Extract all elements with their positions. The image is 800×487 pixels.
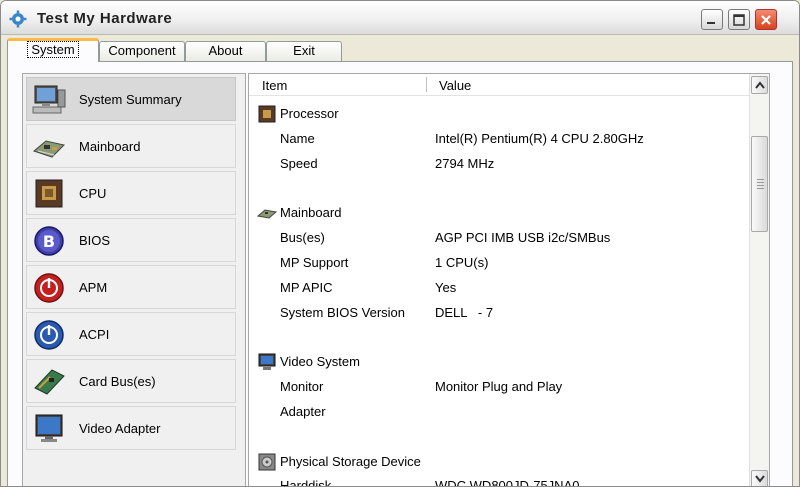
app-window: Test My Hardware System Component About … xyxy=(0,0,800,487)
detail-item: System BIOS Version xyxy=(280,305,405,320)
sidebar-item-cpu[interactable]: CPU xyxy=(26,171,236,215)
tab-exit[interactable]: Exit xyxy=(266,41,342,61)
column-divider[interactable] xyxy=(426,77,427,92)
detail-item: Speed xyxy=(280,156,318,171)
tab-system-label: System xyxy=(27,41,79,58)
group-video-system[interactable]: Video System xyxy=(249,350,749,374)
sidebar-item-acpi[interactable]: ACPI xyxy=(26,312,236,356)
app-gear-icon xyxy=(9,10,27,28)
scrollbar-thumb[interactable] xyxy=(751,136,768,232)
detail-value: 1 CPU(s) xyxy=(435,255,489,270)
detail-item: Name xyxy=(280,131,315,146)
expansion-card-icon xyxy=(34,369,65,395)
detail-row[interactable]: Monitor Monitor Plug and Play xyxy=(249,375,749,399)
close-button[interactable] xyxy=(755,9,777,30)
detail-value: Intel(R) Pentium(R) 4 CPU 2.80GHz xyxy=(435,131,644,146)
monitor-icon xyxy=(35,414,63,442)
sidebar-item-mainboard[interactable]: Mainboard xyxy=(26,124,236,168)
tab-exit-label: Exit xyxy=(293,43,315,58)
sidebar-item-label: BIOS xyxy=(79,233,111,248)
bios-icon: B xyxy=(34,226,64,256)
minimize-icon xyxy=(707,22,715,24)
minimize-button[interactable] xyxy=(701,9,723,30)
cpu-icon xyxy=(35,179,63,208)
detail-row[interactable]: Harddisk WDC WD800JD-75JNA0 xyxy=(249,474,749,487)
tab-system[interactable]: System xyxy=(7,38,99,62)
window-title: Test My Hardware xyxy=(37,10,173,27)
detail-row[interactable]: Name Intel(R) Pentium(R) 4 CPU 2.80GHz xyxy=(249,127,749,151)
detail-value: 2794 MHz xyxy=(435,156,495,171)
detail-item: Monitor xyxy=(280,379,324,394)
detail-row[interactable]: Adapter xyxy=(249,400,749,424)
close-icon xyxy=(761,15,771,25)
detail-value: Monitor Plug and Play xyxy=(435,379,563,394)
sidebar-item-video-adapter[interactable]: Video Adapter xyxy=(26,406,236,450)
tab-component[interactable]: Component xyxy=(99,41,185,61)
monitor-icon xyxy=(258,353,276,370)
details-list[interactable]: Item Value Processor Name Intel(R) Penti… xyxy=(248,73,770,487)
detail-row[interactable]: Bus(es) AGP PCI IMB USB i2c/SMBus xyxy=(249,226,749,250)
chevron-down-icon xyxy=(755,475,765,483)
sidebar-item-label: CPU xyxy=(79,186,107,201)
sidebar-item-card-buses[interactable]: Card Bus(es) xyxy=(26,359,236,403)
group-title: Physical Storage Device xyxy=(280,454,421,469)
acpi-power-icon xyxy=(34,320,64,350)
column-header: Item Value xyxy=(249,74,749,96)
vertical-scrollbar[interactable] xyxy=(749,74,769,486)
group-title: Mainboard xyxy=(280,205,342,220)
detail-row[interactable]: Speed 2794 MHz xyxy=(249,152,749,176)
harddisk-icon xyxy=(258,453,276,471)
computer-icon xyxy=(32,85,66,114)
group-mainboard[interactable]: Mainboard xyxy=(249,201,749,225)
scroll-down-button[interactable] xyxy=(751,470,768,486)
group-title: Processor xyxy=(280,106,339,121)
mainboard-icon xyxy=(32,140,65,158)
sidebar-item-label: ACPI xyxy=(79,327,110,342)
detail-value: DELL - 7 xyxy=(435,305,494,320)
tab-component-label: Component xyxy=(108,43,176,58)
column-header-item[interactable]: Item xyxy=(262,78,287,93)
detail-row[interactable]: MP Support 1 CPU(s) xyxy=(249,251,749,275)
group-title: Video System xyxy=(280,354,360,369)
detail-value: WDC WD800JD-75JNA0 xyxy=(435,478,580,487)
title-bar[interactable]: Test My Hardware xyxy=(1,1,799,35)
column-header-value[interactable]: Value xyxy=(439,78,471,93)
sidebar-item-bios[interactable]: B BIOS xyxy=(26,218,236,262)
sidebar-item-label: APM xyxy=(79,280,108,295)
tab-about[interactable]: About xyxy=(185,41,266,61)
sidebar-item-label: Video Adapter xyxy=(79,421,161,436)
tab-content: System Summary Mainboard CPU B BIOS APM … xyxy=(7,61,793,487)
mainboard-icon xyxy=(257,209,277,219)
group-processor[interactable]: Processor xyxy=(249,102,749,126)
maximize-icon xyxy=(733,14,745,26)
sidebar-item-system-summary[interactable]: System Summary xyxy=(26,77,236,121)
detail-item: MP Support xyxy=(280,255,349,270)
maximize-button[interactable] xyxy=(728,9,750,30)
scroll-up-button[interactable] xyxy=(751,76,768,94)
svg-text:B: B xyxy=(43,232,55,251)
processor-icon xyxy=(258,105,276,123)
group-physical-storage[interactable]: Physical Storage Device xyxy=(249,450,749,474)
detail-item: Adapter xyxy=(280,404,326,419)
chevron-up-icon xyxy=(755,81,765,89)
detail-row[interactable]: MP APIC Yes xyxy=(249,276,749,300)
sidebar-item-apm[interactable]: APM xyxy=(26,265,236,309)
power-icon xyxy=(34,273,64,303)
sidebar: System Summary Mainboard CPU B BIOS APM … xyxy=(22,73,246,486)
detail-value: Yes xyxy=(435,280,457,295)
sidebar-item-label: Card Bus(es) xyxy=(79,374,156,389)
tab-about-label: About xyxy=(208,43,243,58)
detail-item: MP APIC xyxy=(280,280,333,295)
sidebar-item-label: System Summary xyxy=(79,92,182,107)
detail-row[interactable]: System BIOS Version DELL - 7 xyxy=(249,301,749,325)
detail-item: Bus(es) xyxy=(280,230,325,245)
sidebar-item-label: Mainboard xyxy=(79,139,141,154)
detail-value: AGP PCI IMB USB i2c/SMBus xyxy=(435,230,611,245)
detail-item: Harddisk xyxy=(280,478,332,487)
